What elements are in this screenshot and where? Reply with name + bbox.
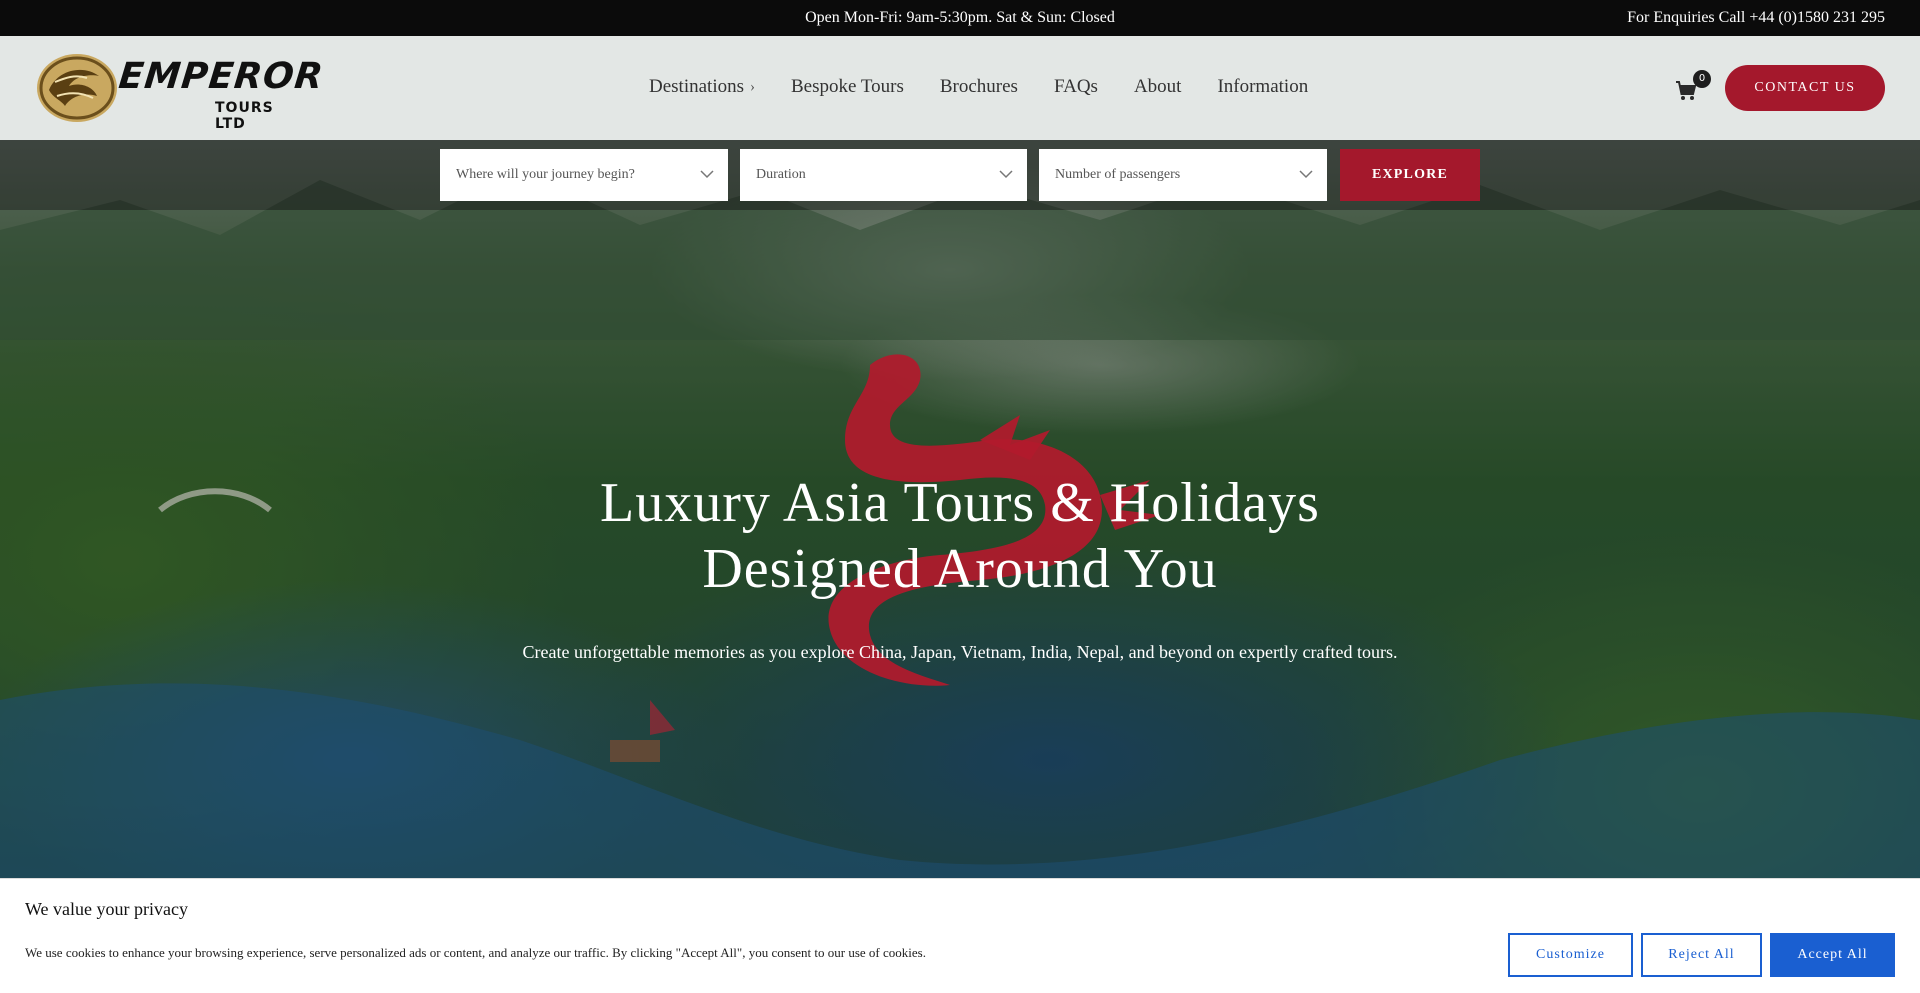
logo-brand-text: EMPEROR xyxy=(116,56,326,97)
cookie-title: We value your privacy xyxy=(25,899,188,919)
journey-start-placeholder: Where will your journey begin? xyxy=(456,167,635,182)
cookie-consent-banner: We value your privacy We use cookies to … xyxy=(0,878,1920,993)
customize-button[interactable]: Customize xyxy=(1508,933,1633,977)
nav-faqs[interactable]: FAQs xyxy=(1054,76,1098,98)
hero-headline-line1: Luxury Asia Tours & Holidays xyxy=(600,472,1320,534)
contact-us-button[interactable]: CONTACT US xyxy=(1725,65,1885,111)
hero-section: Where will your journey begin? Duration … xyxy=(0,140,1920,993)
passengers-placeholder: Number of passengers xyxy=(1055,167,1181,182)
reject-all-button[interactable]: Reject All xyxy=(1641,933,1762,977)
passengers-select[interactable]: Number of passengers xyxy=(1039,149,1327,201)
nav-about[interactable]: About xyxy=(1134,76,1182,98)
hero-headline: Luxury Asia Tours & Holidays Designed Ar… xyxy=(0,470,1920,602)
site-header: EMPEROR TOURS LTD Destinations › Bespoke… xyxy=(0,36,1920,140)
chevron-down-icon xyxy=(999,170,1013,179)
cookie-text: We use cookies to enhance your browsing … xyxy=(25,945,926,960)
top-info-bar: Open Mon-Fri: 9am-5:30pm. Sat & Sun: Clo… xyxy=(0,0,1920,36)
dragon-emblem-icon xyxy=(37,54,117,122)
chevron-down-icon xyxy=(1299,170,1313,179)
chevron-right-icon: › xyxy=(750,78,755,95)
hero-subline: Create unforgettable memories as you exp… xyxy=(522,642,1398,662)
explore-button[interactable]: EXPLORE xyxy=(1340,149,1480,201)
duration-select[interactable]: Duration xyxy=(740,149,1027,201)
logo-sub-text: TOURS LTD xyxy=(215,100,274,132)
accept-all-button[interactable]: Accept All xyxy=(1770,933,1895,977)
nav-brochures[interactable]: Brochures xyxy=(940,76,1018,98)
nav-destinations[interactable]: Destinations › xyxy=(649,76,755,98)
main-navigation: Destinations › Bespoke Tours Brochures F… xyxy=(649,76,1344,98)
enquiries-phone[interactable]: For Enquiries Call +44 (0)1580 231 295 xyxy=(1627,9,1885,27)
nav-information[interactable]: Information xyxy=(1217,76,1308,98)
hero-headline-line2: Designed Around You xyxy=(702,538,1218,600)
cart-count-badge: 0 xyxy=(1693,70,1711,88)
duration-placeholder: Duration xyxy=(756,167,806,182)
chevron-down-icon xyxy=(700,170,714,179)
cart-button[interactable]: 0 xyxy=(1675,70,1711,104)
emperor-tours-logo[interactable]: EMPEROR TOURS LTD xyxy=(35,52,326,132)
nav-destinations-label: Destinations xyxy=(649,76,744,97)
journey-start-select[interactable]: Where will your journey begin? xyxy=(440,149,728,201)
nav-bespoke-tours[interactable]: Bespoke Tours xyxy=(791,76,904,98)
